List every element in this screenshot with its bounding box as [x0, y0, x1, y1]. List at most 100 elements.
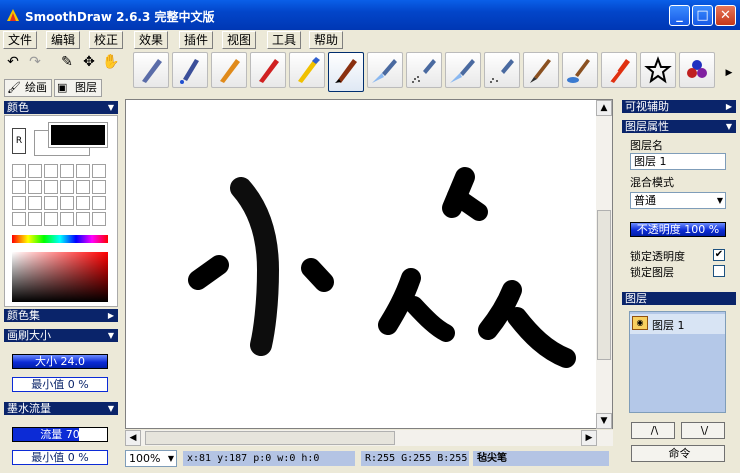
- minimize-button[interactable]: _: [669, 5, 690, 26]
- command-button[interactable]: 命令: [631, 445, 725, 462]
- brush-spray[interactable]: [406, 52, 442, 88]
- ink-flow-header[interactable]: 墨水流量 ▼: [4, 402, 118, 415]
- swatch[interactable]: [92, 196, 106, 210]
- tab-layers[interactable]: ▣ 图层: [54, 79, 102, 97]
- lock-opacity-label: 锁定透明度: [630, 250, 685, 263]
- brush-pen[interactable]: [133, 52, 169, 88]
- swatch[interactable]: [44, 196, 58, 210]
- swatch[interactable]: [28, 196, 42, 210]
- brush-felt-pen[interactable]: [328, 52, 364, 92]
- swatch[interactable]: [44, 180, 58, 194]
- brush-knife[interactable]: [601, 52, 637, 88]
- horizontal-scrollbar[interactable]: ◀ ▶: [125, 430, 613, 446]
- layers-header[interactable]: 图层: [622, 292, 736, 305]
- primary-color-swatch[interactable]: [48, 122, 108, 148]
- swatch[interactable]: [28, 180, 42, 194]
- brush-airbrush[interactable]: [367, 52, 403, 88]
- brush-airbrush-2[interactable]: [445, 52, 481, 88]
- menu-tools[interactable]: 工具: [267, 31, 302, 49]
- scroll-right-icon[interactable]: ▶: [581, 430, 597, 446]
- menu-plugins[interactable]: 插件: [179, 31, 214, 49]
- drawing-canvas[interactable]: [125, 99, 613, 429]
- min-flow-slider[interactable]: 最小值 0 %: [12, 450, 108, 465]
- scroll-up-icon[interactable]: ▲: [596, 100, 612, 116]
- maximize-button[interactable]: □: [692, 5, 713, 26]
- move-layer-up-button[interactable]: /\: [631, 422, 675, 439]
- eye-visibility-icon[interactable]: ◉: [632, 316, 648, 330]
- color-panel-header[interactable]: 颜色 ▼: [4, 101, 118, 114]
- move-icon[interactable]: ✥: [80, 53, 98, 71]
- crayon-icon: [259, 59, 279, 83]
- layer-name-input[interactable]: 图层 1: [630, 153, 726, 170]
- swatch[interactable]: [12, 196, 26, 210]
- hand-icon[interactable]: ✋: [102, 53, 120, 71]
- menu-help[interactable]: 帮助: [309, 31, 344, 49]
- brush-crayon[interactable]: [250, 52, 286, 88]
- color-set-header[interactable]: 颜色集 ▶: [4, 309, 118, 322]
- swatch[interactable]: [44, 164, 58, 178]
- brush-oil[interactable]: [523, 52, 559, 88]
- swatch[interactable]: [92, 180, 106, 194]
- brush-tab-icon: 🖌: [7, 81, 21, 94]
- swatch[interactable]: [12, 212, 26, 226]
- brush-star[interactable]: [640, 52, 676, 88]
- brush-fountain[interactable]: [172, 52, 208, 88]
- swatch[interactable]: [60, 212, 74, 226]
- swatch[interactable]: [28, 164, 42, 178]
- scroll-down-icon[interactable]: ▼: [596, 413, 612, 429]
- blend-mode-select[interactable]: 普通 ▼: [630, 192, 726, 209]
- brush-marker[interactable]: [289, 52, 325, 88]
- swatch[interactable]: [60, 196, 74, 210]
- lock-layer-checkbox[interactable]: [713, 265, 725, 277]
- color-readout: R:255 G:255 B:255: [361, 451, 469, 466]
- swatch[interactable]: [76, 212, 90, 226]
- menu-file[interactable]: 文件: [3, 31, 38, 49]
- layer-item[interactable]: ◉ 图层 1: [630, 314, 725, 334]
- brush-size-header[interactable]: 画刷大小 ▼: [4, 329, 118, 342]
- vertical-scroll-thumb[interactable]: [597, 210, 611, 360]
- swatch[interactable]: [76, 196, 90, 210]
- swatch[interactable]: [60, 164, 74, 178]
- swatch[interactable]: [28, 212, 42, 226]
- eyedropper-icon[interactable]: ✎: [58, 53, 76, 71]
- swatch[interactable]: [76, 180, 90, 194]
- move-layer-down-button[interactable]: \/: [681, 422, 725, 439]
- swatch[interactable]: [76, 164, 90, 178]
- swatch[interactable]: [92, 212, 106, 226]
- min-size-slider[interactable]: 最小值 0 %: [12, 377, 108, 392]
- brush-pencil[interactable]: [211, 52, 247, 88]
- swatch[interactable]: [44, 212, 58, 226]
- tab-draw[interactable]: 🖌 绘画: [4, 79, 52, 97]
- swatch[interactable]: [12, 180, 26, 194]
- brush-flower[interactable]: [679, 52, 715, 88]
- lock-opacity-checkbox[interactable]: ✔: [713, 249, 725, 261]
- swatch[interactable]: [12, 164, 26, 178]
- horizontal-scroll-thumb[interactable]: [145, 431, 395, 445]
- menu-edit[interactable]: 编辑: [46, 31, 81, 49]
- swatch[interactable]: [92, 164, 106, 178]
- vertical-scrollbar[interactable]: ▲ ▼: [596, 100, 612, 429]
- menu-view[interactable]: 视图: [222, 31, 257, 49]
- swatch[interactable]: [60, 180, 74, 194]
- close-button[interactable]: ✕: [715, 5, 736, 26]
- zoom-select[interactable]: 100% ▼: [125, 450, 177, 467]
- layer-props-header[interactable]: 图层属性 ▼: [622, 120, 736, 133]
- flow-slider[interactable]: 流量 70: [12, 427, 108, 442]
- drawing-strokes: [188, 167, 576, 368]
- undo-icon[interactable]: ↶: [4, 53, 22, 71]
- menu-adjust[interactable]: 校正: [89, 31, 124, 49]
- visual-aid-header[interactable]: 可视辅助 ▶: [622, 100, 736, 113]
- felt-pen-icon: [335, 59, 357, 83]
- rgb-toggle[interactable]: R: [12, 128, 26, 154]
- hue-slider[interactable]: [12, 235, 108, 243]
- opacity-slider[interactable]: 不透明度 100 %: [630, 222, 726, 237]
- menu-effects[interactable]: 效果: [134, 31, 169, 49]
- saturation-picker[interactable]: [12, 252, 108, 302]
- brush-water[interactable]: [562, 52, 598, 88]
- scroll-left-icon[interactable]: ◀: [125, 430, 141, 446]
- redo-icon[interactable]: ↷: [26, 53, 44, 71]
- layer-name-label: 图层名: [630, 139, 663, 152]
- toolbar-scroll-right-icon[interactable]: ▶: [720, 64, 738, 82]
- brush-spray-2[interactable]: [484, 52, 520, 88]
- size-slider[interactable]: 大小 24.0: [12, 354, 108, 369]
